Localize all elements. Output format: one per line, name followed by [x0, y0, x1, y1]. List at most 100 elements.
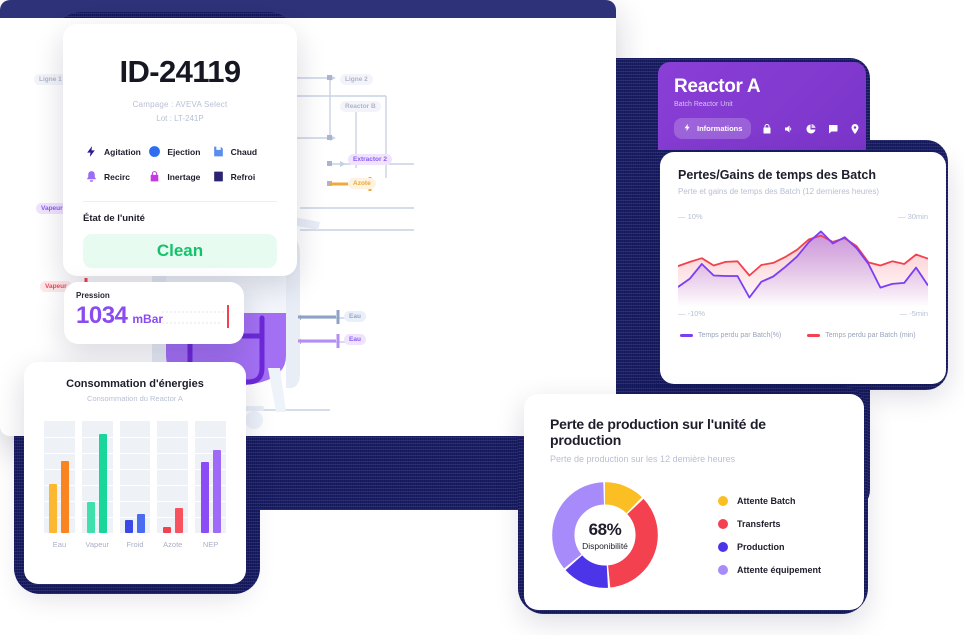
legend-label: Temps perdu par Batch (min) [825, 332, 916, 339]
pid-tag-eau[interactable]: Eau [344, 334, 366, 345]
pid-tag-reactor-b[interactable]: Reactor B [340, 101, 381, 112]
reactor-header-panel: Reactor A Batch Reactor Unit Information… [658, 62, 866, 150]
lock-icon[interactable] [761, 123, 773, 135]
bar-group-azote[interactable] [157, 421, 188, 533]
bell-icon [85, 170, 98, 183]
production-loss-card: Perte de production sur l'unité de produ… [524, 394, 864, 610]
axis-label: NEP [202, 540, 219, 549]
pid-tag-azote[interactable]: Azote [348, 178, 376, 189]
pie-chart-icon[interactable] [805, 123, 817, 135]
unit-tag-label: Chaud [230, 146, 258, 157]
energy-axis-labels: Eau Vapeur Froid Azote NEP [44, 540, 226, 549]
axis-bottom-right: -5min [900, 309, 928, 318]
donut-title: Perte de production sur l'unité de produ… [550, 416, 766, 448]
pressure-unit: mBar [132, 312, 164, 326]
axis-label: Froid [126, 540, 144, 549]
bar [125, 519, 133, 533]
line-chart-legend: Temps perdu par Batch(%) Temps perdu par … [678, 332, 928, 339]
unit-tag-grid: Agitation Ejection Chaud Recirc Inertage Refr… [83, 145, 277, 183]
reactor-title: Reactor A [674, 76, 761, 97]
bar [61, 461, 70, 533]
unit-tag-chaud[interactable]: Chaud [212, 145, 275, 158]
status-badge: Clean [83, 234, 277, 268]
line-chart-plot [678, 223, 928, 307]
save-icon [212, 145, 225, 158]
donut-chart: 68% Disponibilité [550, 480, 660, 590]
energy-title: Consommation d'énergies [66, 378, 204, 390]
lock-icon [148, 170, 161, 183]
donut-center-value: 68% [588, 519, 622, 539]
screenshot-root: Ligne 1 Ligne 2 Reactor B Extractor 2 Azote V… [0, 0, 964, 635]
pid-tag-eau[interactable]: Eau [344, 311, 366, 322]
bar [49, 483, 58, 533]
pid-tag-ligne-1[interactable]: Ligne 1 [34, 74, 67, 85]
legend-label: Attente équipement [737, 564, 822, 575]
unit-tag-refroi[interactable]: Refroi [212, 170, 275, 183]
legend-swatch [807, 334, 821, 337]
axis-top-right: 30min [898, 212, 928, 221]
legend-label: Attente Batch [737, 495, 796, 506]
line-chart-svg [678, 230, 928, 307]
bar [99, 434, 108, 533]
informations-button-label: Informations [697, 124, 743, 133]
unit-tag-ejection[interactable]: Ejection [148, 145, 211, 158]
pressure-card: Pression 1034 mBar [64, 282, 244, 344]
bar [137, 513, 145, 533]
speaker-icon[interactable] [783, 123, 795, 135]
axis-top-left: 10% [678, 212, 703, 221]
axis-label: Azote [163, 540, 183, 549]
bar [174, 508, 183, 533]
pid-tag-extractor-2[interactable]: Extractor 2 [348, 154, 392, 165]
legend-item[interactable]: Attente Batch [718, 495, 821, 506]
donut-center: 68% Disponibilité [550, 480, 660, 590]
legend-label: Production [737, 541, 785, 552]
informations-button[interactable]: Informations [674, 118, 752, 139]
lot-text: Lot : LT-241P [156, 114, 204, 123]
pid-tag-ligne-2[interactable]: Ligne 2 [340, 74, 373, 85]
bar [162, 527, 171, 533]
unit-tag-agitation[interactable]: Agitation [85, 145, 148, 158]
unit-tag-label: Refroi [230, 171, 256, 182]
legend-item[interactable]: Temps perdu par Batch(%) [680, 332, 781, 339]
bar [212, 450, 221, 533]
line-chart-subtitle: Perte et gains de temps des Batch (12 de… [678, 187, 879, 196]
divider [83, 201, 277, 202]
bar-group-nep[interactable] [195, 421, 226, 533]
legend-label: Transferts [737, 518, 781, 529]
legend-dot [718, 541, 728, 552]
unit-state-label: État de l'unité [83, 213, 145, 224]
legend-dot [718, 518, 728, 529]
pressure-sparkline [162, 305, 229, 328]
legend-item[interactable]: Temps perdu par Batch (min) [807, 332, 916, 339]
line-chart-title: Pertes/Gains de temps des Batch [678, 168, 876, 182]
legend-item[interactable]: Transferts [718, 518, 821, 529]
location-pin-icon[interactable] [849, 123, 861, 135]
chat-icon[interactable] [827, 123, 839, 135]
chart-bar-groups [44, 421, 226, 533]
donut-center-label: Disponibilité [582, 540, 628, 551]
unit-tag-inertage[interactable]: Inertage [148, 170, 211, 183]
bolt-icon [683, 123, 692, 134]
donut-legend: Attente Batch Transferts Production Attente… [718, 495, 822, 575]
legend-item[interactable]: Production [718, 541, 821, 552]
legend-dot [718, 495, 728, 506]
bar-group-froid[interactable] [120, 421, 151, 533]
donut-body: 68% Disponibilité Attente Batch Transfert… [550, 480, 838, 590]
reactor-action-bar: Informations [674, 118, 859, 139]
bar-group-vapeur[interactable] [82, 421, 113, 533]
energy-consumption-card: Consommation d'énergies Consommation du … [24, 362, 246, 584]
unit-tag-recirc[interactable]: Recirc [85, 170, 148, 183]
bar-group-eau[interactable] [44, 421, 75, 533]
legend-dot [718, 564, 728, 575]
legend-item[interactable]: Attente équipement [718, 564, 822, 575]
page-title: ID-24119 [119, 54, 241, 89]
axis-label: Vapeur [85, 540, 110, 549]
unit-tag-label: Recirc [104, 171, 130, 182]
batch-time-loss-card: Pertes/Gains de temps des Batch Perte et… [660, 152, 946, 384]
pressure-value: 1034 [76, 302, 128, 329]
chart-icon [212, 170, 225, 183]
reactor-subtitle: Batch Reactor Unit [674, 101, 733, 108]
legend-label: Temps perdu par Batch(%) [698, 332, 782, 339]
axis-bottom-left: -10% [678, 309, 706, 318]
batch-id-card: ID-24119 Campage : AVEVA Select Lot : LT… [63, 24, 297, 276]
